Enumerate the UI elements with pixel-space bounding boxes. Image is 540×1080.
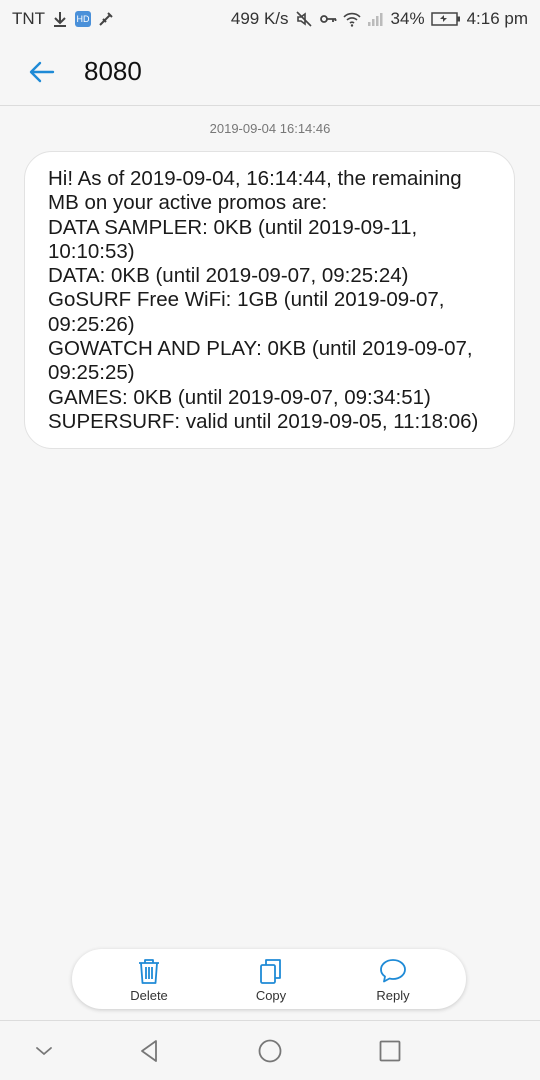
message-line: DATA SAMPLER: 0KB (until 2019-09-11, <box>48 215 418 239</box>
vpn-key-icon <box>319 10 337 28</box>
reply-button[interactable]: Reply <box>338 956 448 1003</box>
chevron-down-icon <box>36 1046 52 1055</box>
download-icon <box>51 10 69 28</box>
message-line: GAMES: 0KB (until 2019-09-07, 09:34:51) <box>48 385 431 409</box>
message-line: GoSURF Free WiFi: 1GB (until 2019-09-07, <box>48 288 445 312</box>
message-line: Hi! As of 2019-09-04, 16:14:44, the rema… <box>48 167 462 190</box>
mute-icon <box>295 10 313 28</box>
signal-icon <box>367 10 385 28</box>
status-left: TNT HD <box>12 9 115 29</box>
nav-home-button[interactable] <box>250 1031 290 1071</box>
conversation-header: 8080 <box>0 38 540 106</box>
trash-icon <box>139 958 159 984</box>
circle-home-icon <box>258 1039 282 1062</box>
speech-bubble-icon <box>380 958 406 982</box>
wifi-icon <box>342 10 361 28</box>
carrier-label: TNT <box>12 9 46 28</box>
message-line: GOWATCH AND PLAY: 0KB (until 2019-09-07, <box>48 337 473 361</box>
network-speed: 499 K/s <box>230 9 289 28</box>
nav-recents-button[interactable] <box>370 1031 410 1071</box>
clock: 4:16 pm <box>466 9 528 28</box>
nav-back-button[interactable] <box>130 1031 170 1071</box>
reply-label: Reply <box>376 987 410 1003</box>
contact-title: 8080 <box>84 56 142 86</box>
nav-hide-button[interactable] <box>24 1031 64 1071</box>
message-line: 09:25:25) <box>48 361 135 385</box>
message-line: SUPERSURF: valid until 2019-09-05, 11:18… <box>48 409 479 433</box>
message-bubble[interactable]: Hi! As of 2019-09-04, 16:14:44, the rema… <box>24 151 515 450</box>
battery-percent: 34% <box>390 9 425 28</box>
delete-button[interactable]: Delete <box>94 956 204 1003</box>
delete-label: Delete <box>130 987 168 1003</box>
hd-badge-icon: HD <box>75 11 92 27</box>
square-recents-icon <box>379 1040 401 1061</box>
copy-icon <box>260 958 281 984</box>
arrow-left-icon <box>29 61 55 82</box>
message-line: DATA: 0KB (until 2019-09-07, 09:25:24) <box>48 264 409 288</box>
message-timestamp: 2019-09-04 16:14:46 <box>209 121 331 136</box>
triangle-back-icon <box>141 1039 157 1062</box>
copy-button[interactable]: Copy <box>216 956 326 1003</box>
message-line: MB on your active promos are: <box>48 191 328 215</box>
battery-charging-icon <box>430 10 461 28</box>
usb-debug-icon <box>97 10 115 28</box>
message-line: 09:25:26) <box>48 312 135 336</box>
message-line: 10:10:53) <box>48 239 135 263</box>
status-bar: TNT HD 499 K/s 34% 4:16 pm <box>0 0 540 38</box>
status-right: 499 K/s 34% 4:16 pm <box>231 9 528 29</box>
back-button[interactable] <box>26 56 58 88</box>
system-navigation-bar <box>0 1020 540 1080</box>
copy-label: Copy <box>255 987 287 1003</box>
message-action-bar: Delete Copy Reply <box>72 949 466 1009</box>
